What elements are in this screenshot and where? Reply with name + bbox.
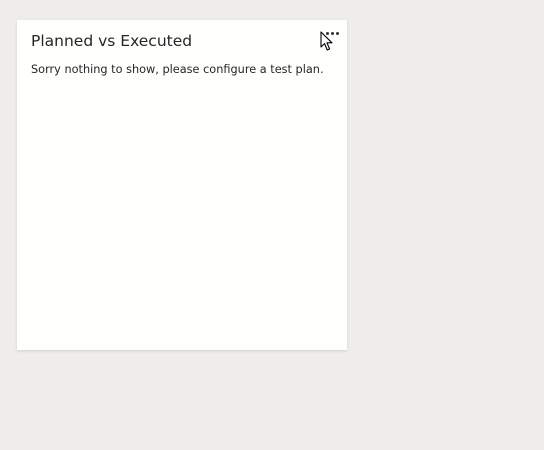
widget-title: Planned vs Executed [31,32,193,50]
planned-vs-executed-widget: Planned vs Executed Sorry nothing to sho… [17,20,347,350]
more-horizontal-icon [325,31,329,35]
more-options-button[interactable] [321,26,343,40]
dashboard-canvas: Planned vs Executed Sorry nothing to sho… [0,0,544,450]
more-horizontal-icon [330,31,334,35]
more-horizontal-icon [335,31,339,35]
empty-state-message: Sorry nothing to show, please configure … [31,63,324,76]
